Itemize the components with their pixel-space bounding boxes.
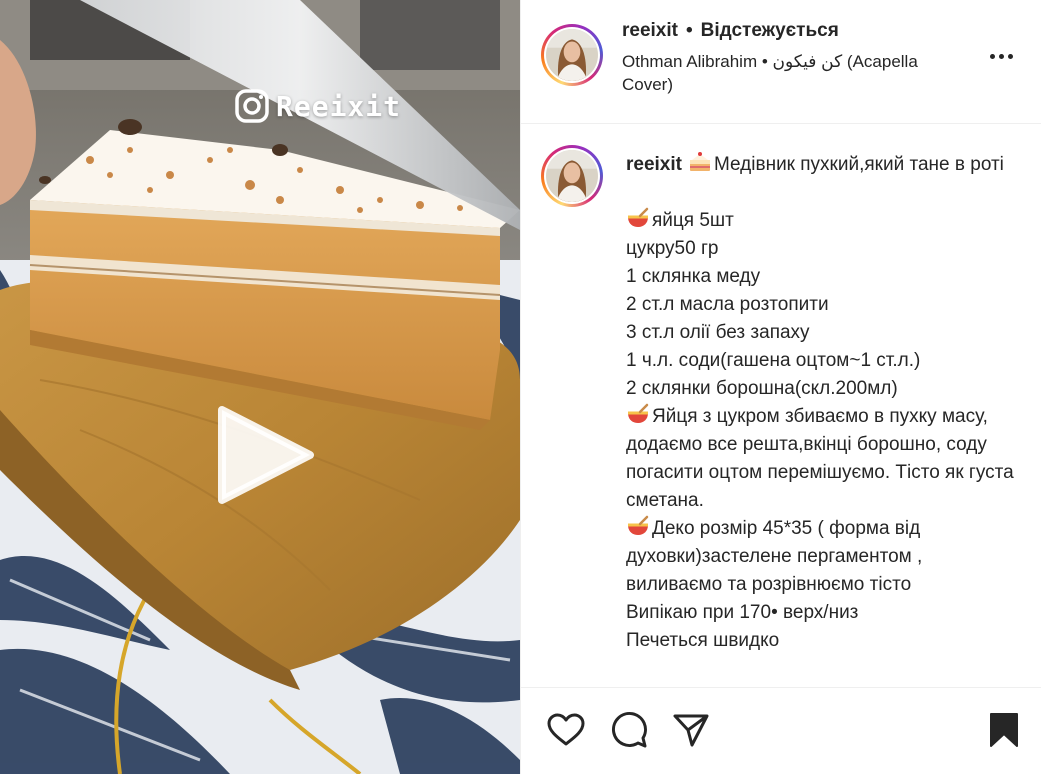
header-user-line: reeixit • Відстежується	[622, 20, 839, 42]
caption-line-text: 1 ч.л. соди(гашена оцтом~1 ст.л.)	[626, 350, 921, 371]
separator-dot: •	[685, 20, 693, 41]
comment-icon	[612, 712, 647, 748]
caption-avatar[interactable]	[541, 145, 603, 207]
caption-line: Яйця з цукром збиваємо в пухку масу, дод…	[626, 403, 1021, 515]
like-button[interactable]	[546, 710, 586, 750]
more-dot	[998, 53, 1004, 59]
caption-line: reeixit Медівник пухкий,який тане в роті	[626, 151, 1021, 179]
caption-username-link[interactable]: reeixit	[626, 154, 682, 175]
caption-line: 2 склянки борошна(скл.200мл)	[626, 375, 1021, 403]
following-button[interactable]: Відстежується	[701, 20, 839, 42]
play-icon[interactable]	[210, 400, 320, 510]
caption-line-text: 2 склянки борошна(скл.200мл)	[626, 378, 898, 399]
caption-line	[626, 179, 1021, 207]
action-bar	[521, 687, 1041, 774]
caption-line-text: 2 ст.л масла розтопити	[626, 294, 829, 315]
caption-line-text: цукру50 гр	[626, 238, 719, 259]
caption-line-text: 1 склянка меду	[626, 266, 761, 287]
avatar[interactable]	[541, 24, 603, 86]
post-media[interactable]: Reeixit	[0, 0, 520, 774]
caption-text: reeixit Медівник пухкий,який тане в роті я…	[626, 151, 1021, 655]
caption-line: Деко розмір 45*35 ( форма від духовки)за…	[626, 515, 1021, 599]
caption-line: 2 ст.л масла розтопити	[626, 291, 1021, 319]
caption-line: 3 ст.л олії без запаху	[626, 319, 1021, 347]
more-horizontal-icon	[989, 53, 995, 59]
caption-line: яйця 5шт	[626, 207, 1021, 235]
caption-line-text: Яйця з цукром збиваємо в пухку масу, дод…	[626, 406, 1019, 511]
send-icon	[673, 714, 709, 747]
comment-button[interactable]	[609, 710, 649, 750]
bowl-emoji-icon	[626, 515, 650, 537]
more-dot	[1007, 53, 1013, 59]
caption-line-text: 3 ст.л олії без запаху	[626, 322, 810, 343]
caption-line-text: Деко розмір 45*35 ( форма від духовки)за…	[626, 518, 928, 595]
profile-photo	[546, 29, 598, 81]
caption-line: Випікаю при 170• верх/низ	[626, 599, 1021, 627]
post-header: reeixit • Відстежується Othman Alibrahim…	[521, 0, 1041, 124]
post-sidebar: reeixit • Відстежується Othman Alibrahim…	[520, 0, 1041, 774]
profile-photo	[546, 150, 598, 202]
comments-scroll-area[interactable]: reeixit Медівник пухкий,який тане в роті я…	[521, 125, 1041, 687]
watermark: Reeixit	[234, 86, 401, 126]
caption-line-text: Печеться швидко	[626, 630, 780, 651]
bookmark-icon	[990, 713, 1018, 747]
cake-emoji-icon	[688, 151, 712, 173]
caption-line: 1 склянка меду	[626, 263, 1021, 291]
caption-line-text: Випікаю при 170• верх/низ	[626, 602, 859, 623]
more-options-button[interactable]	[986, 46, 1016, 66]
caption-line-text: Медівник пухкий,який тане в роті	[713, 154, 1004, 175]
username-link[interactable]: reeixit	[622, 20, 678, 42]
caption-line: цукру50 гр	[626, 235, 1021, 263]
caption-line: Печеться швидко	[626, 627, 1021, 655]
instagram-icon	[235, 89, 269, 123]
caption-line-text: яйця 5шт	[652, 210, 734, 231]
audio-link[interactable]: Othman Alibrahim • كن فيكون (Acapella Co…	[622, 50, 972, 96]
share-button[interactable]	[671, 710, 711, 750]
heart-icon	[547, 713, 585, 746]
watermark-text: Reeixit	[276, 89, 402, 123]
bowl-emoji-icon	[626, 207, 650, 229]
caption-line: 1 ч.л. соди(гашена оцтом~1 ст.л.)	[626, 347, 1021, 375]
bowl-emoji-icon	[626, 403, 650, 425]
save-button[interactable]	[984, 710, 1024, 750]
